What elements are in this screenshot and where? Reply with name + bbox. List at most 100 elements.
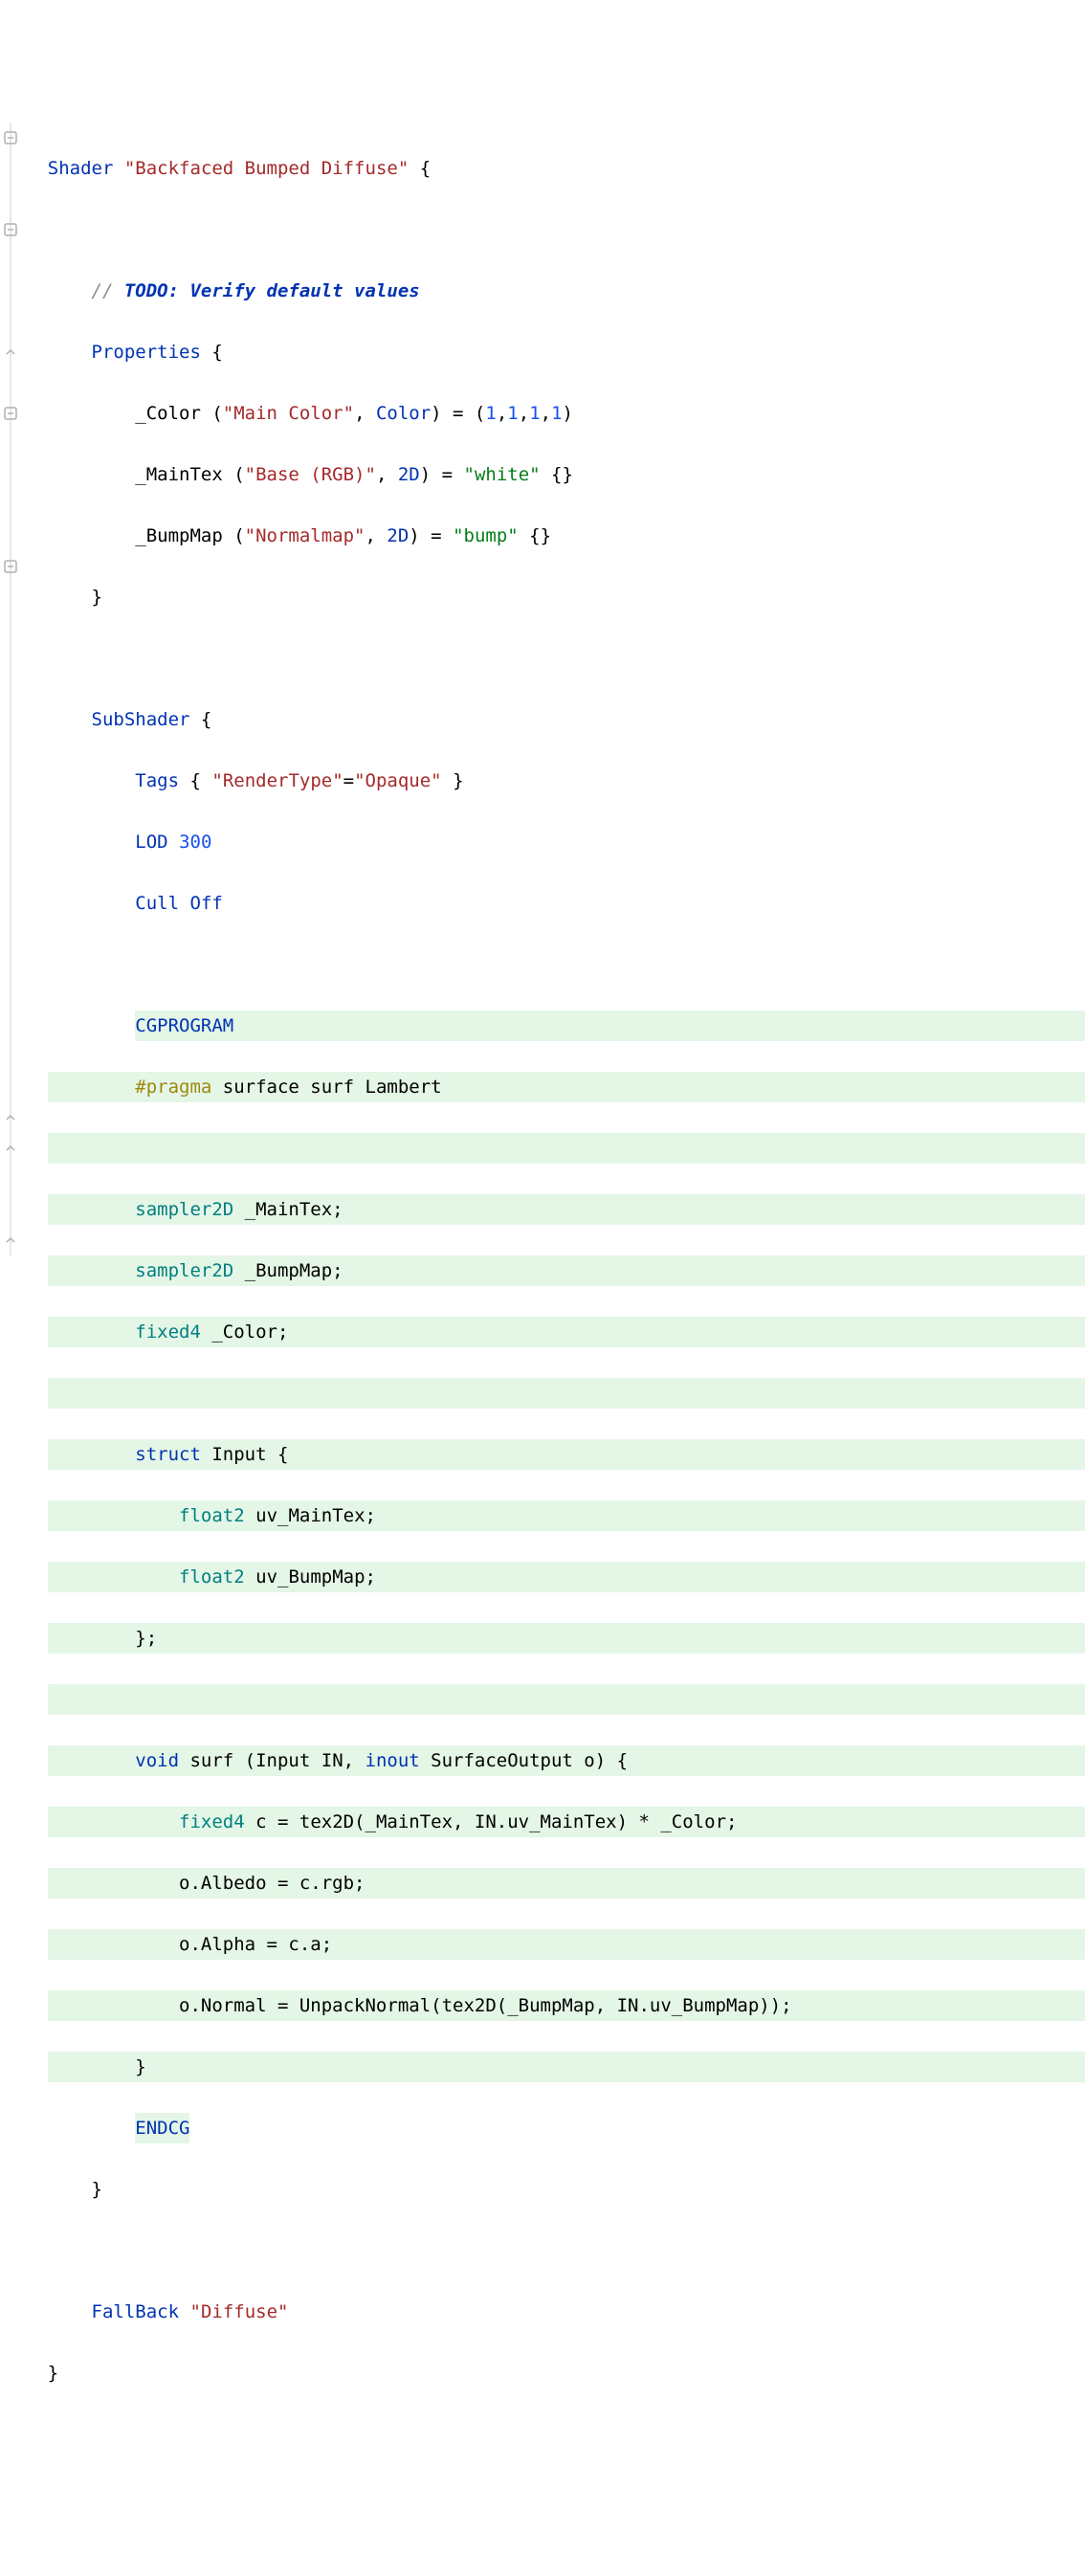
fold-minus-icon[interactable] [4,560,17,573]
code-line[interactable]: FallBack "Diffuse" [48,2297,1085,2327]
code-line[interactable]: o.Normal = UnpackNormal(tex2D(_BumpMap, … [48,1990,1085,2021]
gutter[interactable] [0,122,44,2450]
text: } [48,587,102,608]
text: ) = ( [431,403,485,424]
text [48,1811,179,1832]
todo-comment: TODO: Verify default values [124,280,420,301]
text: o.Alpha = c.a; [48,1934,332,1955]
code-line[interactable]: sampler2D _BumpMap; [48,1255,1085,1286]
number: 1 [551,403,562,424]
code-line[interactable] [48,1378,1085,1409]
text [48,709,92,730]
text [48,1566,179,1588]
text [48,770,136,791]
fold-minus-icon[interactable] [4,223,17,236]
number: 1 [485,403,496,424]
code-line[interactable]: #pragma surface surf Lambert [48,1072,1085,1102]
fold-minus-icon[interactable] [4,131,17,144]
code-line[interactable]: struct Input { [48,1439,1085,1470]
string: "Main Color" [223,403,354,424]
text [48,1505,179,1526]
keyword: Shader [48,158,124,179]
keyword: LOD [135,832,167,853]
code-line[interactable]: sampler2D _MainTex; [48,1194,1085,1225]
string: "Normalmap" [245,525,365,546]
text: , [376,464,398,485]
code-line[interactable]: LOD 300 [48,827,1085,857]
fold-up-icon[interactable] [4,1111,17,1124]
code-line[interactable] [48,643,1085,674]
code-line[interactable]: o.Alpha = c.a; [48,1929,1085,1960]
code-line[interactable]: } [48,2052,1085,2082]
string: "Base (RGB)" [245,464,376,485]
keyword: Off [190,893,223,914]
code-line[interactable] [48,1684,1085,1715]
code-editor[interactable]: Shader "Backfaced Bumped Diffuse" { // T… [0,122,1085,2450]
code-line[interactable]: // TODO: Verify default values [48,276,1085,306]
text [48,832,136,853]
code-line[interactable]: } [48,2358,1085,2388]
code-line[interactable] [48,214,1085,245]
code-line[interactable]: Cull Off [48,888,1085,919]
code-line[interactable]: fixed4 c = tex2D(_MainTex, IN.uv_MainTex… [48,1807,1085,1837]
fold-up-icon[interactable] [4,1233,17,1247]
code-line[interactable]: float2 uv_MainTex; [48,1500,1085,1531]
pragma: #pragma [135,1077,211,1098]
code-line[interactable]: fixed4 _Color; [48,1317,1085,1347]
keyword: 2D [387,525,409,546]
string: "RenderType" [211,770,343,791]
keyword: ENDCG [135,2118,189,2139]
code-line[interactable]: Shader "Backfaced Bumped Diffuse" { [48,153,1085,184]
code-line[interactable]: } [48,582,1085,612]
code-line[interactable] [48,2235,1085,2266]
fold-up-icon[interactable] [4,1142,17,1155]
text: { [179,770,211,791]
text: , [497,403,507,424]
code-line[interactable]: Tags { "RenderType"="Opaque" } [48,766,1085,796]
type: sampler2D [135,1199,233,1220]
text [48,342,92,363]
keyword: struct [135,1444,201,1465]
code-line[interactable]: } [48,2174,1085,2205]
code-line[interactable]: _BumpMap ("Normalmap", 2D) = "bump" {} [48,521,1085,551]
comment: // [48,280,124,301]
code-line[interactable]: _Color ("Main Color", Color) = (1,1,1,1) [48,398,1085,429]
text [48,1077,136,1098]
keyword: Tags [135,770,179,791]
code-line[interactable] [48,949,1085,980]
keyword: inout [365,1750,420,1771]
text [48,2301,92,2322]
text [48,2118,136,2139]
code-line[interactable]: o.Albedo = c.rgb; [48,1868,1085,1899]
code-line[interactable]: CGPROGRAM [48,1010,1085,1041]
text: ) [563,403,573,424]
code-line[interactable]: void surf (Input IN, inout SurfaceOutput… [48,1745,1085,1776]
code-line[interactable]: _MainTex ("Base (RGB)", 2D) = "white" {} [48,459,1085,490]
text: SurfaceOutput o) { [420,1750,628,1771]
code-line[interactable]: Properties { [48,337,1085,367]
fold-up-icon[interactable] [4,345,17,359]
code-line[interactable]: float2 uv_BumpMap; [48,1562,1085,1592]
type: fixed4 [135,1321,201,1343]
fold-minus-icon[interactable] [4,407,17,420]
text: _Color ( [48,403,223,424]
code-line[interactable] [48,1133,1085,1164]
type: float2 [179,1505,245,1526]
code-line[interactable]: SubShader { [48,704,1085,735]
keyword: Properties [92,342,201,363]
string: "bump" [453,525,519,546]
text: _BumpMap; [233,1260,343,1281]
code-line[interactable]: ENDCG [48,2113,1085,2143]
string: "Opaque" [354,770,442,791]
code-line[interactable]: }; [48,1623,1085,1654]
text: uv_MainTex; [245,1505,376,1526]
number: 1 [507,403,518,424]
text: o.Albedo = c.rgb; [48,1873,365,1894]
text [48,1444,136,1465]
keyword: Cull [135,893,179,914]
code-area[interactable]: Shader "Backfaced Bumped Diffuse" { // T… [44,122,1085,2450]
text: _MainTex ( [48,464,245,485]
text: ) = [420,464,464,485]
text: , [365,525,388,546]
string: "white" [464,464,541,485]
